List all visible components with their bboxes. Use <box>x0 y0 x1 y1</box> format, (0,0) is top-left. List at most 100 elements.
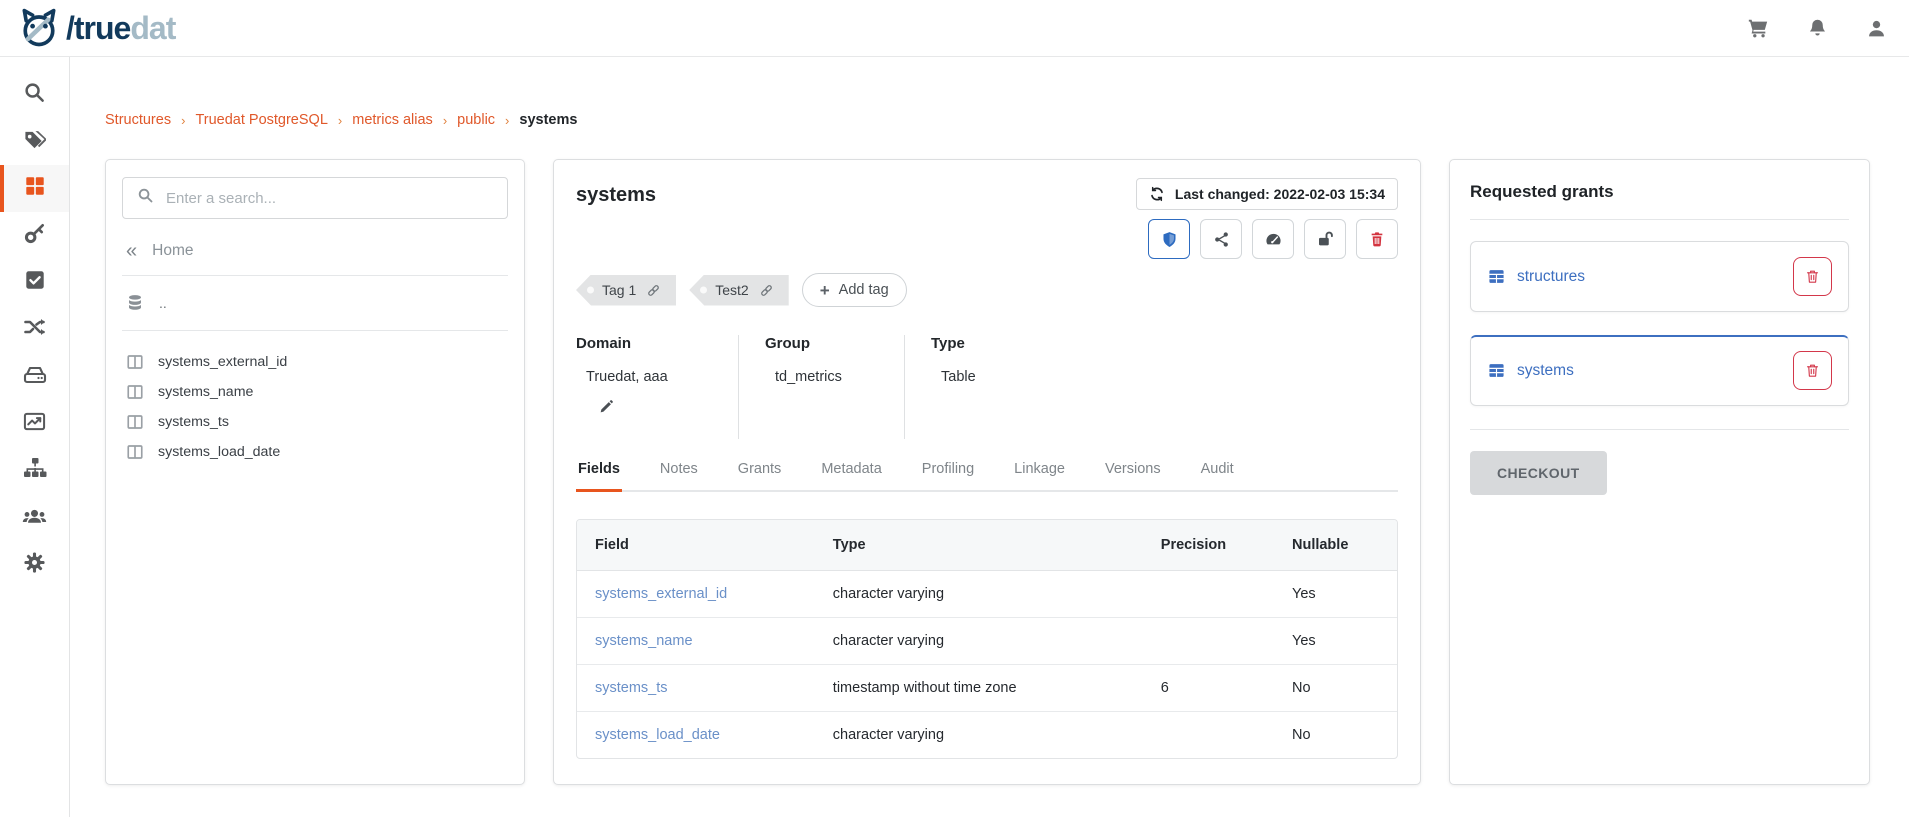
type-value: Table <box>931 369 1372 385</box>
field-list-item[interactable]: systems_external_id <box>122 347 508 377</box>
field-precision <box>1143 618 1274 665</box>
sidebar-item-quality[interactable] <box>0 259 69 306</box>
delete-structure-button[interactable] <box>1356 219 1398 259</box>
share-icon <box>1213 231 1230 248</box>
field-list: systems_external_id systems_name <box>122 347 508 467</box>
grant-structure-link[interactable]: structures <box>1487 268 1585 286</box>
remove-grant-button[interactable] <box>1793 257 1832 296</box>
tab-versions[interactable]: Versions <box>1103 461 1163 490</box>
trash-icon <box>1805 362 1820 379</box>
fields-table: Field Type Precision Nullable systems_ex… <box>576 519 1398 759</box>
sidebar-item-users[interactable] <box>0 494 69 541</box>
breadcrumb-link[interactable]: Structures <box>105 112 171 128</box>
home-nav-item[interactable]: « Home <box>126 241 508 261</box>
tag-label: Test2 <box>715 282 748 298</box>
divider <box>1470 429 1849 430</box>
last-changed-chip[interactable]: Last changed: 2022-02-03 15:34 <box>1136 178 1398 210</box>
structure-info: Domain Truedat, aaa Group <box>576 335 1398 439</box>
link-icon[interactable] <box>759 283 774 298</box>
grants-panel-title: Requested grants <box>1470 182 1849 202</box>
grant-item-label: structures <box>1517 268 1585 286</box>
columns-icon <box>126 443 144 461</box>
sidebar-item-tags[interactable] <box>0 118 69 165</box>
add-tag-button[interactable]: + Add tag <box>802 273 907 307</box>
hdd-icon <box>23 362 47 391</box>
field-type: character varying <box>815 712 1143 759</box>
domain-label: Domain <box>576 335 712 352</box>
search-box <box>122 177 508 219</box>
grid-icon <box>24 175 46 202</box>
table-header-row: Field Type Precision Nullable <box>577 520 1397 571</box>
field-nullable: No <box>1274 665 1397 712</box>
grant-item-label: systems <box>1517 362 1574 380</box>
cart-icon[interactable] <box>1747 17 1769 39</box>
field-link[interactable]: systems_load_date <box>595 727 720 743</box>
breadcrumb: Structures › Truedat PostgreSQL › metric… <box>105 112 1870 128</box>
tag-label: Tag 1 <box>602 282 636 298</box>
table-row: systems_external_id character varying Ye… <box>577 571 1397 618</box>
parent-structure-item[interactable]: .. <box>126 294 508 312</box>
bell-icon[interactable] <box>1807 18 1828 39</box>
search-icon <box>137 187 154 209</box>
parent-structure-label: .. <box>159 295 167 311</box>
tab-fields[interactable]: Fields <box>576 461 622 492</box>
link-icon[interactable] <box>646 283 661 298</box>
grant-systems-link[interactable]: systems <box>1487 362 1574 380</box>
protect-button[interactable] <box>1148 219 1190 259</box>
sidebar-item-keys[interactable] <box>0 212 69 259</box>
plus-icon: + <box>820 282 830 299</box>
field-nullable: Yes <box>1274 618 1397 665</box>
breadcrumb-separator: › <box>181 113 185 128</box>
sidebar-item-dashboards[interactable] <box>0 400 69 447</box>
sidebar-item-taxonomy[interactable] <box>0 447 69 494</box>
sidebar-item-lineage[interactable] <box>0 306 69 353</box>
divider <box>1470 219 1849 220</box>
tab-grants[interactable]: Grants <box>736 461 784 490</box>
tab-notes[interactable]: Notes <box>658 461 700 490</box>
field-list-item[interactable]: systems_load_date <box>122 437 508 467</box>
column-header-field: Field <box>577 520 815 571</box>
profiling-button[interactable] <box>1252 219 1294 259</box>
edit-domain-button[interactable] <box>598 399 614 415</box>
share-button[interactable] <box>1200 219 1242 259</box>
last-changed-label: Last changed: 2022-02-03 15:34 <box>1175 186 1385 202</box>
sidebar-item-settings[interactable] <box>0 541 69 588</box>
column-header-precision: Precision <box>1143 520 1274 571</box>
field-type: timestamp without time zone <box>815 665 1143 712</box>
field-link[interactable]: systems_external_id <box>595 586 727 602</box>
unlock-icon <box>1316 230 1334 248</box>
field-link[interactable]: systems_name <box>595 633 693 649</box>
home-label: Home <box>152 242 193 260</box>
field-precision: 6 <box>1143 665 1274 712</box>
page-title: systems <box>576 184 656 207</box>
structure-detail-panel: systems Last changed: 2022-02-03 15:34 <box>553 159 1421 785</box>
divider <box>122 275 508 276</box>
tab-profiling[interactable]: Profiling <box>920 461 976 490</box>
shuffle-icon <box>23 315 47 344</box>
tag-chip[interactable]: Tag 1 <box>576 275 676 306</box>
tag-chip[interactable]: Test2 <box>689 275 788 306</box>
checkout-button[interactable]: CHECKOUT <box>1470 451 1607 495</box>
tab-audit[interactable]: Audit <box>1199 461 1236 490</box>
search-input[interactable] <box>166 190 493 207</box>
field-list-item[interactable]: systems_ts <box>122 407 508 437</box>
field-name: systems_ts <box>158 414 229 430</box>
sidebar-item-search[interactable] <box>0 71 69 118</box>
requested-grants-panel: Requested grants structures <box>1449 159 1870 785</box>
unlock-button[interactable] <box>1304 219 1346 259</box>
column-header-nullable: Nullable <box>1274 520 1397 571</box>
sidebar-item-structures[interactable] <box>0 165 69 212</box>
remove-grant-button[interactable] <box>1793 351 1832 390</box>
user-icon[interactable] <box>1866 18 1887 39</box>
app-logo[interactable]: /truedat <box>16 6 175 50</box>
field-link[interactable]: systems_ts <box>595 680 668 696</box>
breadcrumb-separator: › <box>505 113 509 128</box>
tab-metadata[interactable]: Metadata <box>819 461 883 490</box>
field-list-item[interactable]: systems_name <box>122 377 508 407</box>
tab-linkage[interactable]: Linkage <box>1012 461 1067 490</box>
sidebar-item-systems[interactable] <box>0 353 69 400</box>
users-icon <box>22 503 47 533</box>
breadcrumb-link[interactable]: metrics alias <box>352 112 433 128</box>
breadcrumb-link[interactable]: public <box>457 112 495 128</box>
breadcrumb-link[interactable]: Truedat PostgreSQL <box>195 112 327 128</box>
